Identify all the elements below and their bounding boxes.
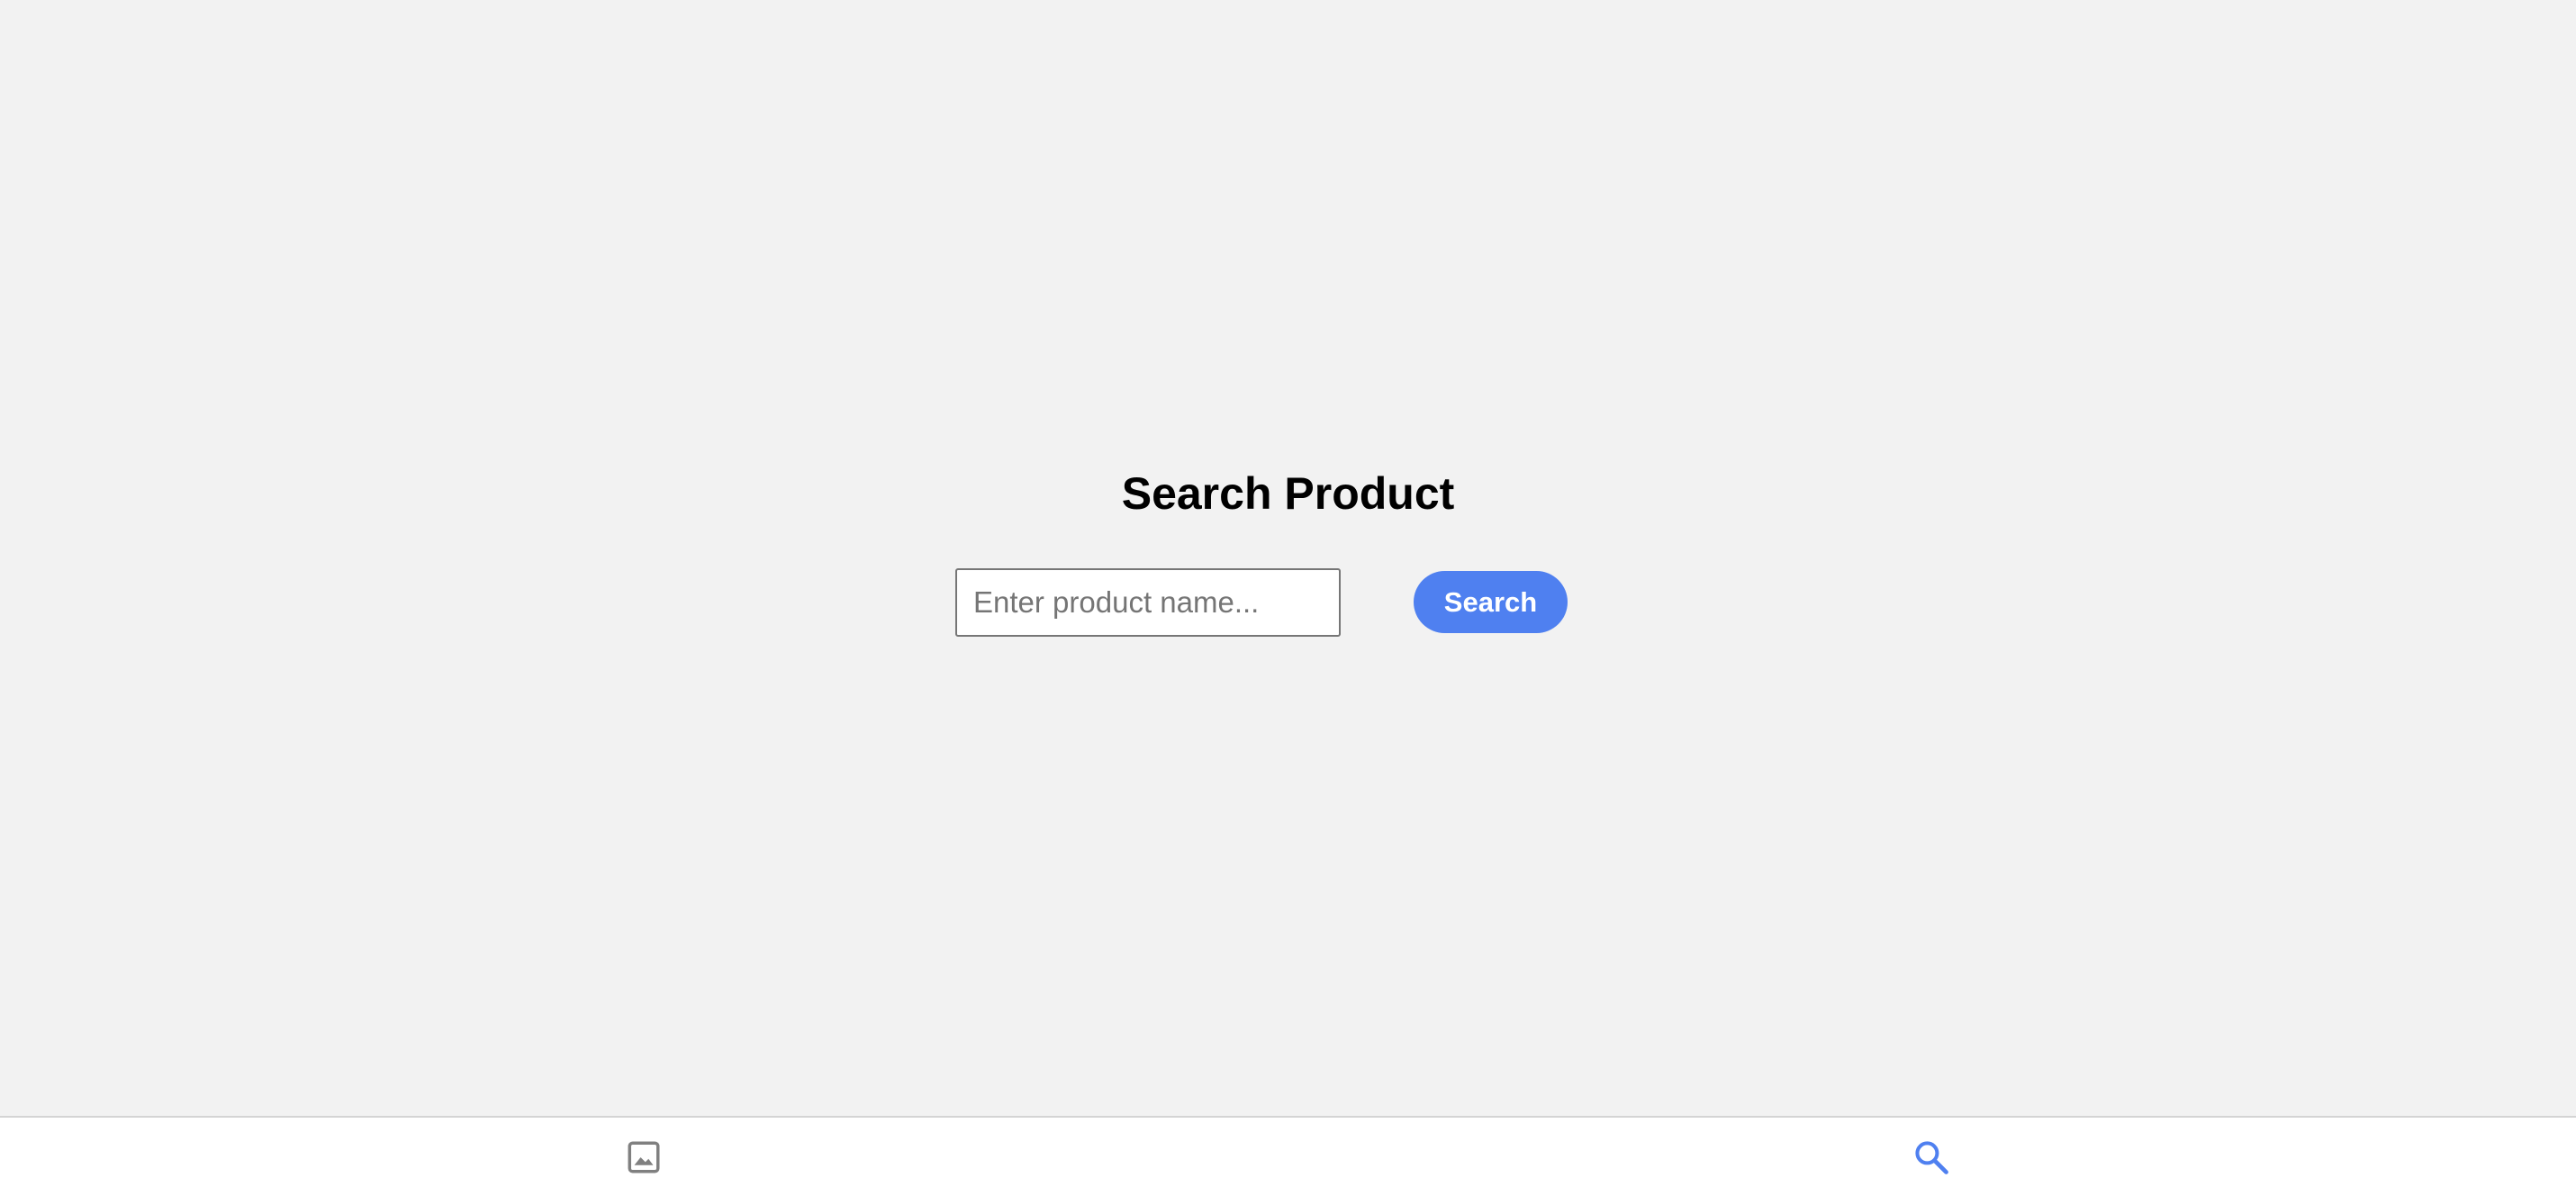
app-page: Search Product Search bbox=[0, 0, 2576, 1196]
product-search-input[interactable] bbox=[955, 568, 1341, 637]
page-title: Search Product bbox=[1121, 468, 1455, 519]
nav-item-gallery[interactable] bbox=[0, 1118, 1288, 1196]
image-icon bbox=[625, 1138, 663, 1176]
search-icon bbox=[1912, 1137, 1951, 1177]
search-screen: Search Product Search bbox=[0, 0, 2576, 1116]
nav-item-search[interactable] bbox=[1288, 1118, 2575, 1196]
search-button[interactable]: Search bbox=[1414, 571, 1568, 633]
bottom-navigation bbox=[0, 1116, 2576, 1196]
